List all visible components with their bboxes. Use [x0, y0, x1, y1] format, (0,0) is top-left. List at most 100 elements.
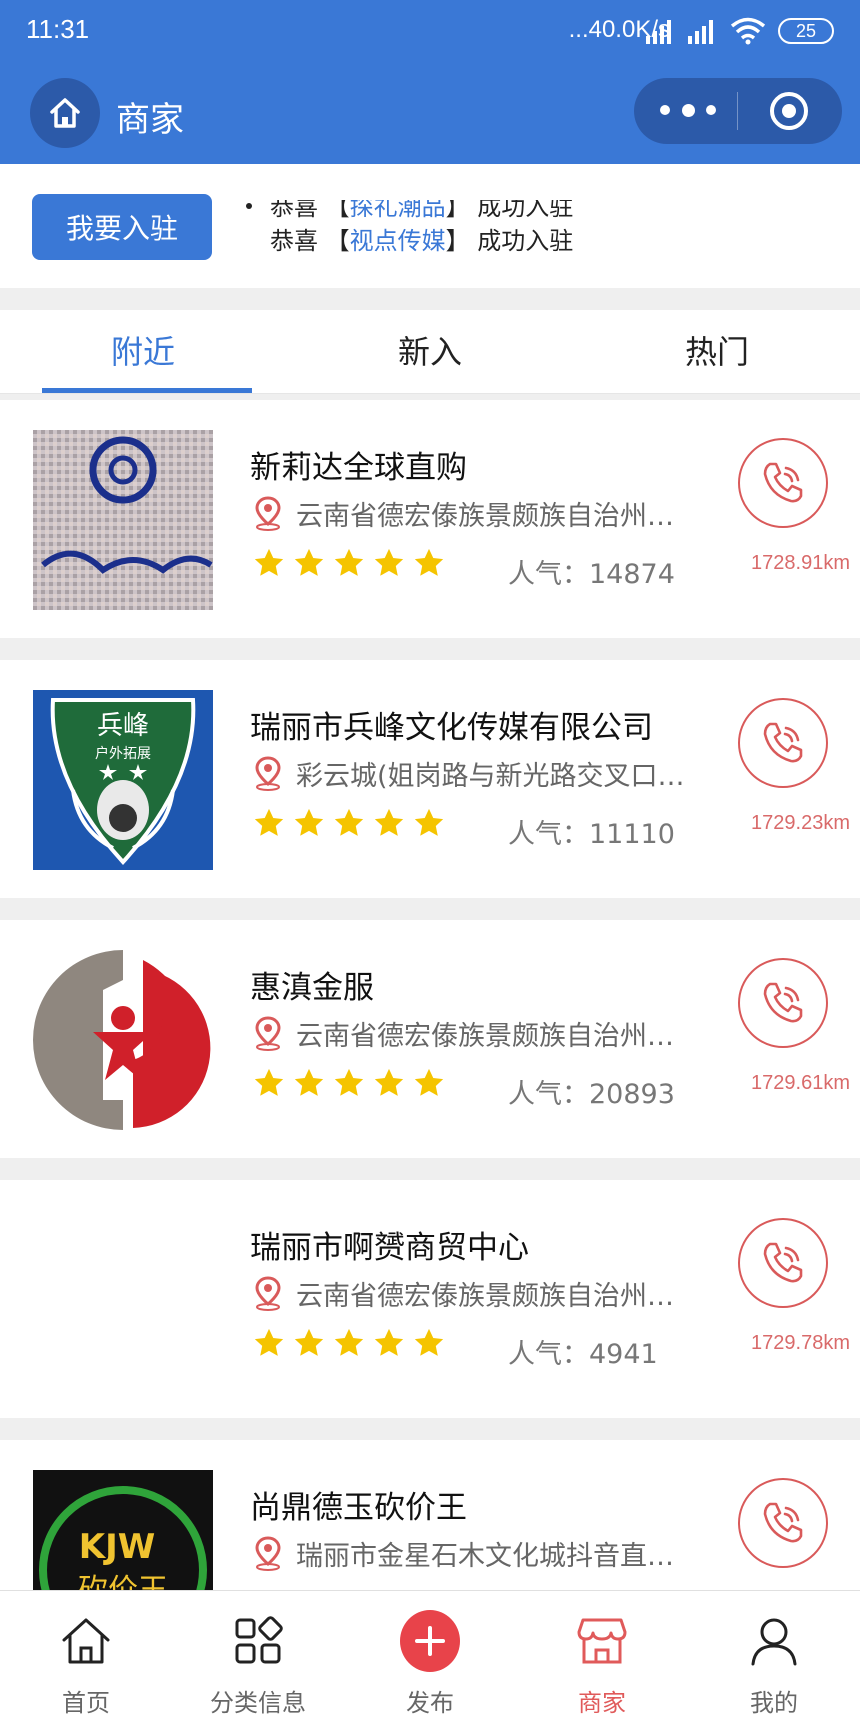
star-icon — [414, 548, 444, 576]
location-pin-icon — [255, 1536, 281, 1571]
ticker-item: 恭喜 【探礼潮品】 成功入驻 — [240, 200, 630, 224]
merchant-logo — [33, 1210, 213, 1390]
phone-icon — [763, 722, 803, 763]
tab-indicator — [42, 388, 252, 393]
more-icon[interactable] — [660, 100, 716, 120]
tab-hot[interactable]: 热门 — [574, 310, 860, 394]
merchant-card[interactable]: 新莉达全球直购 云南省德宏傣族景颇族自治州… 人气：14874 1728.91k… — [0, 400, 860, 638]
call-button[interactable] — [738, 698, 828, 788]
nav-category[interactable]: 分类信息 — [172, 1591, 344, 1720]
nav-home[interactable]: 首页 — [0, 1591, 172, 1720]
star-icon — [294, 1328, 324, 1356]
signal-icon — [646, 20, 671, 44]
status-bar: 11:31 ...40.0K/s 25 — [0, 0, 860, 60]
star-icon — [374, 808, 404, 836]
call-button[interactable] — [738, 438, 828, 528]
home-button[interactable] — [30, 78, 100, 148]
call-button[interactable] — [738, 958, 828, 1048]
call-button[interactable] — [738, 1478, 828, 1568]
rating-stars — [252, 1066, 452, 1102]
join-button[interactable]: 我要入驻 — [32, 194, 212, 260]
plus-icon — [400, 1610, 460, 1672]
merchant-card[interactable]: KJW 砍价王 尚鼎德玉砍价王 瑞丽市金星石木文化城抖音直… — [0, 1440, 860, 1620]
close-target-icon[interactable] — [770, 92, 808, 130]
user-icon — [751, 1618, 797, 1666]
star-icon — [254, 808, 284, 836]
distance: 1729.78km — [751, 1332, 850, 1354]
tab-nearby[interactable]: 附近 — [0, 310, 286, 394]
category-icon — [235, 1616, 283, 1664]
merchant-name: 惠滇金服 — [250, 970, 374, 1006]
star-icon — [374, 1068, 404, 1096]
rating-stars — [252, 546, 452, 582]
nav-publish[interactable]: 发布 — [344, 1591, 516, 1720]
status-time: 11:31 — [26, 14, 90, 44]
star-icon — [374, 548, 404, 576]
rating-stars — [252, 1326, 452, 1362]
merchant-tabs: 附近 新入 热门 — [0, 310, 860, 394]
bottom-nav: 首页 分类信息 发布 商家 我的 — [0, 1590, 860, 1720]
ticker-item: 恭喜 【视点传媒】 成功入驻 — [270, 227, 574, 254]
capsule-divider — [737, 92, 738, 130]
rating-stars — [252, 806, 452, 842]
merchant-card[interactable]: 瑞丽市啊赟商贸中心 云南省德宏傣族景颇族自治州… 人气：4941 1729.78… — [0, 1180, 860, 1418]
join-section: 我要入驻 恭喜 【探礼潮品】 成功入驻 恭喜 【视点传媒】 成功入驻 — [0, 164, 860, 288]
star-icon — [414, 808, 444, 836]
phone-icon — [763, 462, 803, 503]
popularity: 人气：11110 — [508, 819, 675, 850]
merchant-name: 新莉达全球直购 — [250, 450, 467, 486]
location-pin-icon — [255, 1276, 281, 1311]
merchant-card[interactable]: 兵峰 户外拓展 瑞丽市兵峰文化传媒有限公司 彩云城(姐岗路与新光路交叉口… 人气… — [0, 660, 860, 898]
nav-mine[interactable]: 我的 — [688, 1591, 860, 1720]
home-icon — [50, 98, 80, 128]
call-button[interactable] — [738, 1218, 828, 1308]
logo-text: 户外拓展 — [95, 745, 151, 762]
battery-indicator: 25 — [778, 18, 834, 44]
merchant-name: 尚鼎德玉砍价王 — [250, 1490, 467, 1526]
phone-icon — [763, 1502, 803, 1543]
star-icon — [294, 548, 324, 576]
star-icon — [294, 808, 324, 836]
star-icon — [374, 1328, 404, 1356]
popularity: 人气：20893 — [508, 1079, 675, 1110]
shop-icon — [577, 1618, 627, 1664]
location-pin-icon — [255, 1016, 281, 1051]
logo-text: KJW — [79, 1527, 156, 1567]
page-title: 商家 — [116, 100, 184, 140]
phone-icon — [763, 982, 803, 1023]
merchant-address: 彩云城(姐岗路与新光路交叉口… — [252, 750, 712, 796]
app-header: 11:31 ...40.0K/s 25 商家 — [0, 0, 860, 164]
home-icon — [62, 1618, 110, 1664]
tab-new[interactable]: 新入 — [287, 310, 573, 394]
phone-icon — [763, 1242, 803, 1283]
star-icon — [334, 1068, 364, 1096]
join-ticker: 恭喜 【探礼潮品】 成功入驻 恭喜 【视点传媒】 成功入驻 — [240, 200, 630, 254]
nav-merchant[interactable]: 商家 — [516, 1591, 688, 1720]
merchant-name: 瑞丽市兵峰文化传媒有限公司 — [250, 710, 653, 746]
merchant-address: 云南省德宏傣族景颇族自治州… — [252, 1270, 712, 1316]
star-icon — [254, 1068, 284, 1096]
merchant-logo — [33, 430, 213, 610]
star-icon — [414, 1068, 444, 1096]
wifi-icon — [730, 17, 766, 45]
popularity: 人气：4941 — [508, 1339, 658, 1370]
merchant-address: 云南省德宏傣族景颇族自治州… — [252, 490, 712, 536]
star-icon — [414, 1328, 444, 1356]
star-icon — [254, 1328, 284, 1356]
distance: 1728.91km — [751, 552, 850, 574]
star-icon — [334, 1328, 364, 1356]
merchant-name: 瑞丽市啊赟商贸中心 — [250, 1230, 529, 1266]
nav-bar: 商家 — [0, 70, 860, 160]
star-icon — [334, 548, 364, 576]
star-icon — [254, 548, 284, 576]
merchant-card[interactable]: 惠滇金服 云南省德宏傣族景颇族自治州… 人气：20893 1729.61km — [0, 920, 860, 1158]
merchant-logo — [33, 950, 213, 1130]
location-pin-icon — [255, 496, 281, 531]
miniprogram-capsule — [634, 78, 842, 144]
location-pin-icon — [255, 756, 281, 791]
merchant-address: 云南省德宏傣族景颇族自治州… — [252, 1010, 712, 1056]
merchant-address: 瑞丽市金星石木文化城抖音直… — [252, 1530, 712, 1576]
signal-icon — [688, 20, 713, 44]
logo-text: 兵峰 — [97, 711, 149, 741]
distance: 1729.61km — [751, 1072, 850, 1094]
